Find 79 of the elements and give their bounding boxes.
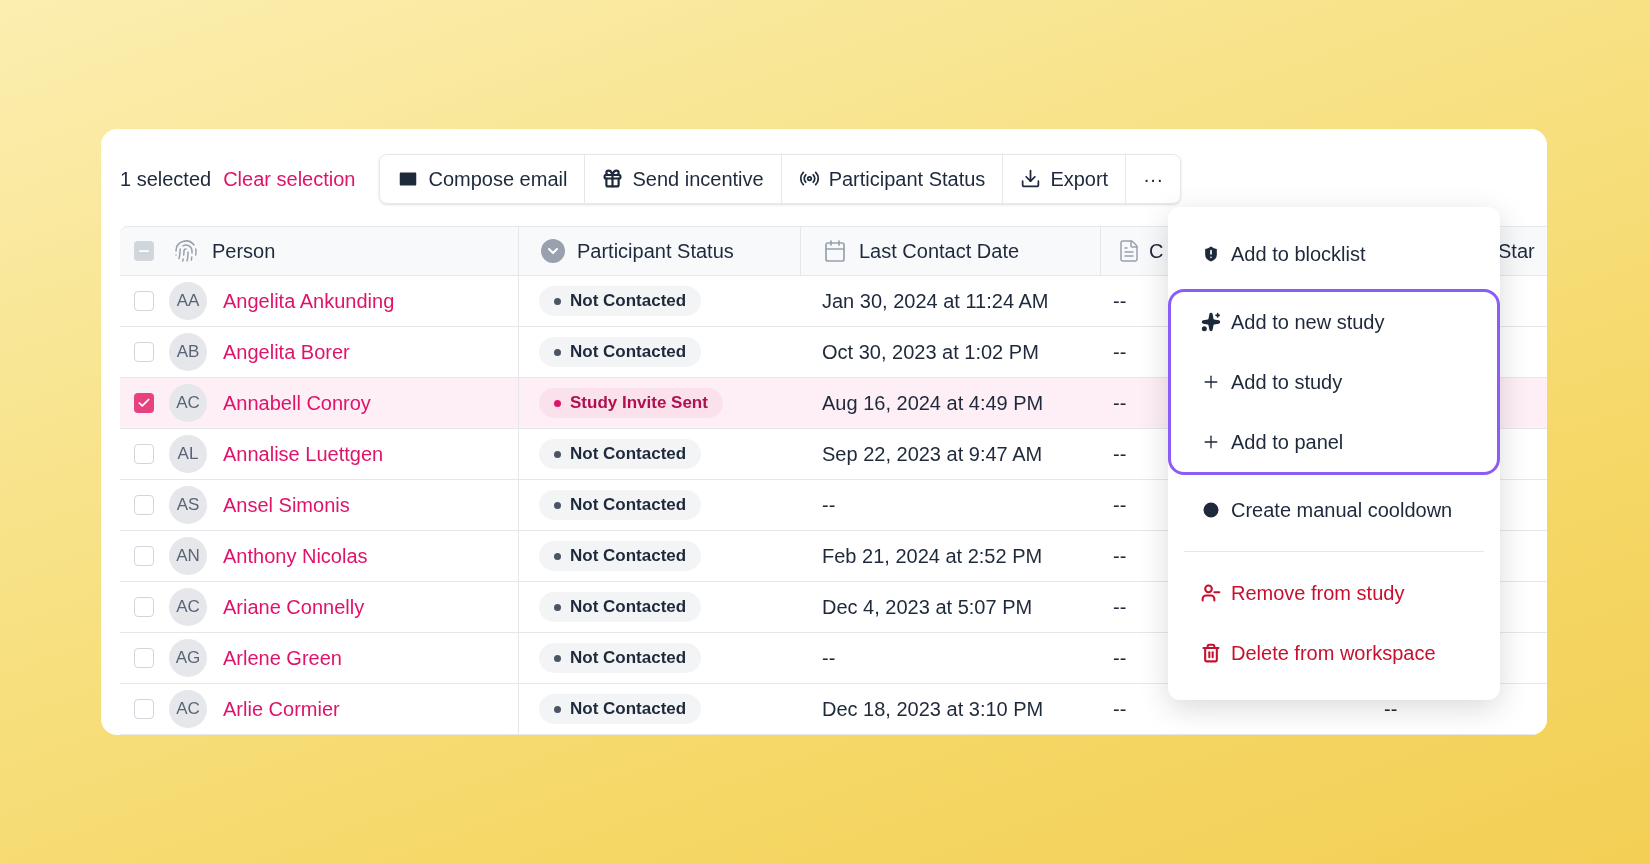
row-checkbox[interactable] <box>134 444 154 464</box>
avatar: AC <box>169 588 207 626</box>
avatar: AL <box>169 435 207 473</box>
table-cell: -- <box>1113 341 1127 363</box>
trash-icon <box>1201 643 1221 663</box>
column-header[interactable]: Person <box>212 236 276 266</box>
broadcast-icon <box>798 168 820 189</box>
row-checkbox[interactable] <box>134 546 154 566</box>
row-checkbox[interactable] <box>134 699 154 719</box>
gift-icon <box>602 168 624 189</box>
person-name-link[interactable]: Ariane Connelly <box>223 592 365 622</box>
toolbar-button[interactable]: Export <box>1002 154 1126 203</box>
avatar: AA <box>169 282 207 320</box>
status-pill: Not Contacted <box>539 286 702 316</box>
toolbar-button[interactable]: Send incentive <box>584 154 781 203</box>
table-cell: Oct 30, 2023 at 1:02 PM <box>822 341 1039 363</box>
status-pill: Not Contacted <box>539 337 702 367</box>
user-minus-icon <box>1201 583 1221 603</box>
person-name-link[interactable]: Angelita Ankunding <box>223 286 395 316</box>
person-name-link[interactable]: Anthony Nicolas <box>223 541 368 571</box>
table-cell: Feb 21, 2024 at 2:52 PM <box>822 545 1043 567</box>
download-icon <box>1020 168 1042 189</box>
toolbar-button[interactable]: Compose email <box>380 154 585 203</box>
table-cell: Jan 30, 2024 at 11:24 AM <box>822 290 1049 312</box>
table-cell: -- <box>1113 392 1127 414</box>
table-cell: -- <box>1113 494 1127 516</box>
status-pill: Not Contacted <box>539 439 702 469</box>
status-pill: Not Contacted <box>539 643 702 673</box>
clear-selection-link[interactable]: Clear selection <box>223 163 356 194</box>
table-cell: -- <box>1113 545 1127 567</box>
avatar: AN <box>169 537 207 575</box>
calendar-icon <box>823 239 847 263</box>
status-pill: Not Contacted <box>539 541 702 571</box>
toolbar-button[interactable]: Participant Status <box>780 154 1003 203</box>
table-cell: -- <box>1113 596 1127 618</box>
status-pill: Not Contacted <box>539 490 702 520</box>
status-pill: Not Contacted <box>539 694 702 724</box>
table-cell: Sep 22, 2023 at 9:47 AM <box>822 443 1043 465</box>
avatar: AC <box>169 384 207 422</box>
table-cell: Aug 16, 2024 at 4:49 PM <box>822 392 1044 414</box>
select-all-checkbox[interactable] <box>134 241 154 261</box>
person-name-link[interactable]: Arlie Cormier <box>223 694 340 724</box>
avatar: AS <box>169 486 207 524</box>
person-name-link[interactable]: Arlene Green <box>223 643 342 673</box>
table-cell: -- <box>1113 290 1127 312</box>
toolbar-button[interactable]: ··· <box>1125 154 1181 203</box>
column-header[interactable]: Star <box>1498 236 1535 266</box>
table-cell: -- <box>1113 698 1127 720</box>
status-pill: Study Invite Sent <box>539 388 723 418</box>
selection-count: 1 selected <box>120 166 212 192</box>
avatar: AG <box>169 639 207 677</box>
person-name-link[interactable]: Annabell Conroy <box>223 388 371 418</box>
person-name-link[interactable]: Annalise Luettgen <box>223 439 384 469</box>
person-name-link[interactable]: Angelita Borer <box>223 337 350 367</box>
table-cell: -- <box>1113 443 1127 465</box>
fingerprint-icon <box>174 239 198 263</box>
table-cell: Dec 4, 2023 at 5:07 PM <box>822 596 1033 618</box>
row-checkbox[interactable] <box>134 648 154 668</box>
person-name-link[interactable]: Ansel Simonis <box>223 490 350 520</box>
table-cell: -- <box>1384 698 1398 720</box>
row-checkbox[interactable] <box>134 342 154 362</box>
avatar: AB <box>169 333 207 371</box>
row-checkbox[interactable] <box>134 291 154 311</box>
check-icon <box>137 396 151 410</box>
sparkles-icon <box>1201 312 1221 332</box>
column-header[interactable]: Last Contact Date <box>859 236 1020 266</box>
row-checkbox[interactable] <box>134 495 154 515</box>
document-icon <box>1117 239 1141 263</box>
status-pill: Not Contacted <box>539 592 702 622</box>
column-header[interactable]: Participant Status <box>577 236 734 266</box>
table-cell: Dec 18, 2023 at 3:10 PM <box>822 698 1044 720</box>
avatar: AC <box>169 690 207 728</box>
row-checkbox[interactable] <box>134 393 154 413</box>
column-header[interactable]: C <box>1149 236 1164 266</box>
table-cell: -- <box>1113 647 1127 669</box>
table-cell: -- <box>822 647 836 669</box>
table-row[interactable]: AC Arlie Cormier Not Contacted Dec 18, 2023 at 3:10 PM -- -- <box>120 684 1547 735</box>
row-checkbox[interactable] <box>134 597 154 617</box>
table-cell: -- <box>822 494 836 516</box>
